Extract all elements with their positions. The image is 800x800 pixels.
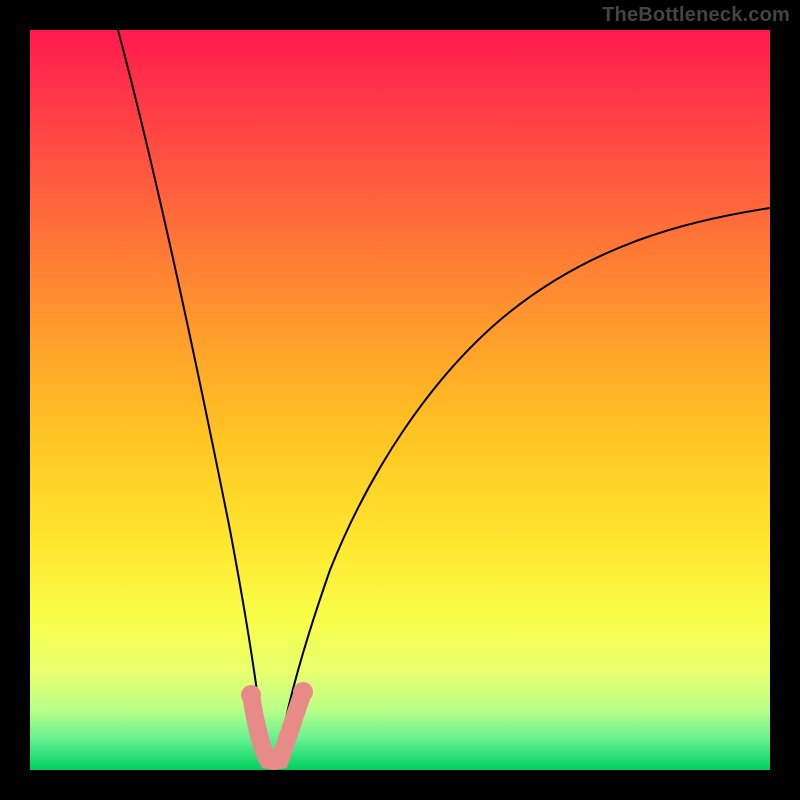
chart-svg: [30, 30, 770, 770]
chart-frame: TheBottleneck.com: [0, 0, 800, 800]
handle-left-stroke: [251, 695, 274, 761]
watermark-text: TheBottleneck.com: [602, 4, 790, 27]
handle-right-dot: [293, 682, 313, 702]
plot-area: [30, 30, 770, 770]
curve-left: [118, 30, 266, 766]
curve-right: [277, 208, 770, 766]
